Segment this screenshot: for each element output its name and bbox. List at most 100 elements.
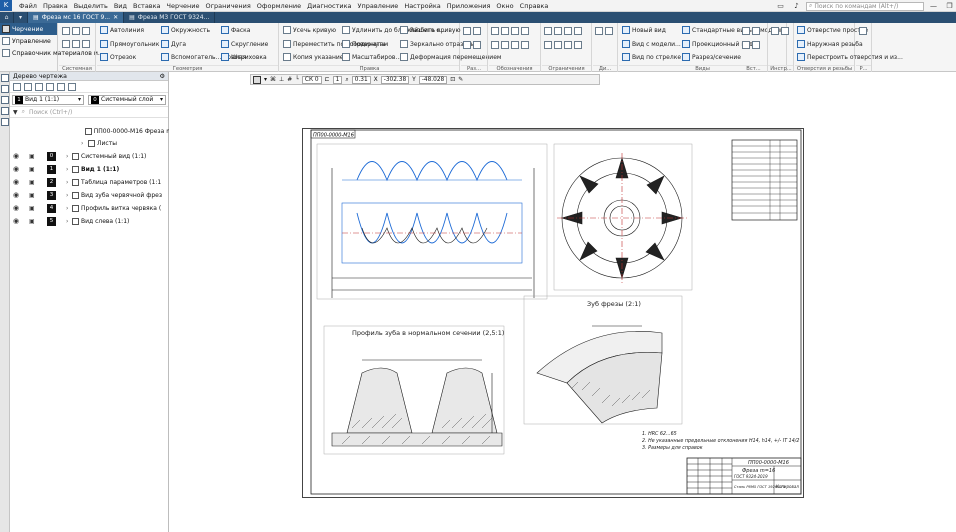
tree-row-param-table[interactable]: ◉ ▣ 2 › Таблица параметров (1:1 xyxy=(10,176,169,188)
chevron-down-icon[interactable]: ▾ xyxy=(264,76,267,83)
eye-icon[interactable]: ◉ xyxy=(13,178,23,186)
minimize-icon[interactable]: — xyxy=(927,2,940,10)
layers-icon[interactable] xyxy=(1,85,9,93)
menu-manage[interactable]: Управление xyxy=(355,2,402,10)
tool-autoline[interactable]: Автолиния xyxy=(100,26,144,34)
lock-icon[interactable]: ▣ xyxy=(29,153,39,160)
list-icon[interactable] xyxy=(1,107,9,115)
radius-dim-icon[interactable] xyxy=(463,41,471,49)
image-tree-icon[interactable] xyxy=(68,82,76,91)
tree-sheets[interactable]: › Листы xyxy=(10,137,169,149)
tool-scale[interactable]: Масштабиров... xyxy=(342,53,401,61)
menu-apps[interactable]: Приложения xyxy=(444,2,494,10)
tab-document-1[interactable]: ▤ Фреза мс 16 ГОСТ 9... ✕ xyxy=(28,12,125,23)
fragment-icon[interactable] xyxy=(752,27,760,35)
tool-trim[interactable]: Усечь кривую xyxy=(283,26,336,34)
mode-materials[interactable]: Справочник материалов и... xyxy=(0,47,104,59)
tab-document-2[interactable]: ▤ Фреза М3 ГОСТ 9324... xyxy=(124,12,216,23)
open-icon[interactable] xyxy=(72,27,80,35)
report-icon[interactable] xyxy=(859,27,867,35)
view-select[interactable]: 1 Вид 1 (1:1) ▾ xyxy=(12,94,84,105)
tool-split[interactable]: Разбить кривую xyxy=(400,26,461,34)
coord-x-field[interactable]: -302.38 xyxy=(380,75,410,84)
menu-diagnostics[interactable]: Диагностика xyxy=(304,2,354,10)
tool-arc[interactable]: Дуга xyxy=(161,40,186,48)
pencil-icon[interactable] xyxy=(35,82,43,91)
tool-arrow-view[interactable]: Вид по стрелке xyxy=(622,53,681,61)
tool-segment[interactable]: Отрезок xyxy=(100,53,136,61)
ruler-icon[interactable]: ⊡ xyxy=(450,76,455,83)
tool-rotate[interactable]: Повернуть xyxy=(342,40,386,48)
tab-dropdown-icon[interactable]: ▾ xyxy=(14,12,29,23)
fix-icon[interactable] xyxy=(564,27,572,35)
layer-select[interactable]: 0 Системный слой ▾ xyxy=(88,94,166,105)
eye-icon[interactable]: ◉ xyxy=(13,152,23,160)
tool-copy[interactable]: Копия указанием xyxy=(283,53,348,61)
measure-icon[interactable] xyxy=(771,27,779,35)
menu-insert[interactable]: Вставка xyxy=(130,2,164,10)
cut-line-icon[interactable] xyxy=(521,41,529,49)
coincident-icon[interactable] xyxy=(564,41,572,49)
variables-icon[interactable] xyxy=(1,96,9,104)
tangent-icon[interactable] xyxy=(574,27,582,35)
bell-icon[interactable]: ♪ xyxy=(790,2,803,10)
close-icon[interactable]: ✕ xyxy=(113,14,118,21)
tree-search-input[interactable]: ▼ ⌕ Поиск (Ctrl+/) xyxy=(10,107,168,118)
image-icon[interactable] xyxy=(742,27,750,35)
mode-manage[interactable]: Управление xyxy=(0,35,57,47)
tree-row-left-view[interactable]: ◉ ▣ 5 › Вид слева (1:1) xyxy=(10,215,169,227)
tool-fillet[interactable]: Скругление xyxy=(221,40,268,48)
undo-icon[interactable] xyxy=(82,40,90,48)
vertical-icon[interactable] xyxy=(554,41,562,49)
linear-dim-icon[interactable] xyxy=(463,27,471,35)
angle-dim-icon[interactable] xyxy=(473,27,481,35)
perpendicular-icon[interactable] xyxy=(554,27,562,35)
restore-icon[interactable]: ❐ xyxy=(943,2,956,10)
text-icon[interactable] xyxy=(491,41,499,49)
tool-circle[interactable]: Окружность xyxy=(161,26,210,34)
zoom-icon[interactable]: ⌕ xyxy=(345,76,348,84)
menu-settings[interactable]: Настройка xyxy=(401,2,443,10)
sheets-icon[interactable] xyxy=(24,82,32,91)
layout-icon[interactable]: ▭ xyxy=(774,2,787,10)
objects-icon[interactable] xyxy=(57,82,65,91)
eye-icon[interactable]: ◉ xyxy=(13,204,23,212)
menu-view[interactable]: Вид xyxy=(111,2,130,10)
menu-constraints[interactable]: Ограничения xyxy=(202,2,253,10)
layers-tree-icon[interactable] xyxy=(46,82,54,91)
eye-icon[interactable]: ◉ xyxy=(13,191,23,199)
tree-row-tooth-view[interactable]: ◉ ▣ 3 › Вид зуба червячной фрез xyxy=(10,189,169,201)
menu-format[interactable]: Оформление xyxy=(254,2,304,10)
menu-help[interactable]: Справка xyxy=(517,2,552,10)
filter-view-icon[interactable] xyxy=(13,82,21,91)
grid-icon[interactable]: # xyxy=(287,76,292,83)
mode-drawing[interactable]: Черчение xyxy=(0,23,57,35)
library-icon[interactable] xyxy=(1,118,9,126)
datum-icon[interactable] xyxy=(511,27,519,35)
eye-icon[interactable]: ◉ xyxy=(13,165,23,173)
tree-row-view-1[interactable]: ◉ ▣ 1 › Вид 1 (1:1) xyxy=(10,163,169,175)
lock-icon[interactable]: ▣ xyxy=(29,179,39,186)
pin-icon[interactable]: ✎ xyxy=(458,76,463,83)
lock-icon[interactable]: ▣ xyxy=(29,205,39,212)
parallel-icon[interactable] xyxy=(544,27,552,35)
command-search-input[interactable]: ⌕ Поиск по командам (Alt+/) xyxy=(806,1,924,11)
horizontal-icon[interactable] xyxy=(544,41,552,49)
tool-hatch[interactable]: Штриховка xyxy=(221,53,267,61)
menu-window[interactable]: Окно xyxy=(493,2,516,10)
tool-external-thread[interactable]: Наружная резьба xyxy=(797,40,863,48)
eye-icon[interactable]: ◉ xyxy=(13,217,23,225)
menu-edit[interactable]: Правка xyxy=(40,2,71,10)
save-icon[interactable] xyxy=(82,27,90,35)
check-icon[interactable] xyxy=(595,27,603,35)
menu-drawing[interactable]: Черчение xyxy=(164,2,203,10)
info-icon[interactable] xyxy=(605,27,613,35)
lock-icon[interactable]: ▣ xyxy=(29,166,39,173)
layer-icon[interactable] xyxy=(742,41,750,49)
new-doc-icon[interactable] xyxy=(62,27,70,35)
tool-rebuild-holes[interactable]: Перестроить отверстия и из... xyxy=(797,53,903,61)
home-tab-icon[interactable]: ⌂ xyxy=(0,12,14,23)
menu-select[interactable]: Выделить xyxy=(71,2,111,10)
tool-section[interactable]: Разрез/сечение xyxy=(682,53,741,61)
diameter-dim-icon[interactable] xyxy=(473,41,481,49)
